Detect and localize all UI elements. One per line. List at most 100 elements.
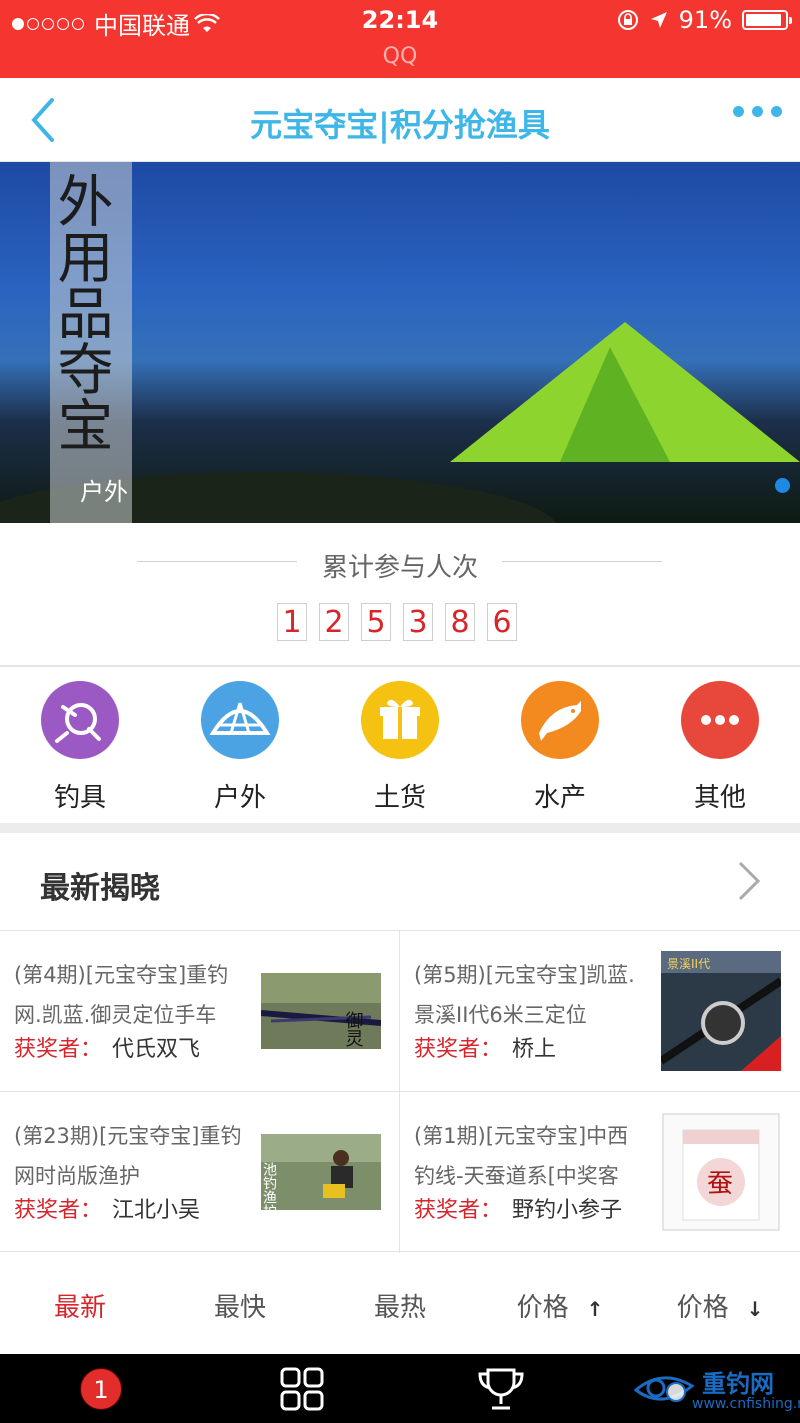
sort-label: 价格: [676, 1293, 729, 1323]
item-thumbnail: 蚕: [661, 1112, 781, 1232]
counter-title: 累计参与人次: [321, 553, 478, 583]
trophy-icon: [478, 1368, 524, 1410]
category-fishing-gear[interactable]: 钓具: [0, 667, 160, 823]
category-label: 钓具: [53, 783, 106, 813]
tent-icon: [201, 681, 279, 759]
sort-tab-bar: 最新 最快 最热 价格 ↑ 价格 ↓: [0, 1262, 800, 1354]
thumb-text: 蚕: [707, 1169, 733, 1199]
watermark-title: 重钓网: [702, 1370, 774, 1398]
thumb-text: 御灵: [343, 1011, 364, 1047]
more-menu-icon[interactable]: [733, 106, 782, 117]
sort-label: 最新: [53, 1293, 106, 1323]
carousel-indicator[interactable]: [775, 478, 790, 493]
participation-counter: 累计参与人次 1 2 5 3 8 6: [0, 523, 800, 667]
category-outdoor[interactable]: 户外: [160, 667, 320, 823]
winner-name: 桥上: [512, 1037, 557, 1062]
thumb-text: 景溪II代: [667, 957, 710, 971]
location-icon: [650, 12, 667, 28]
grid-divider-vertical: [399, 931, 400, 1253]
counter-digits: 1 2 5 3 8 6: [277, 603, 517, 641]
section-gap: [0, 823, 800, 833]
status-bar: 中国联通 22:14 91% QQ: [0, 0, 800, 78]
latest-section-header[interactable]: 最新揭晓: [0, 833, 800, 930]
item-thumbnail: 池钓渔护: [261, 1112, 381, 1232]
rotation-lock-icon: [617, 10, 638, 30]
item-winner: 获奖者： 代氏双飞: [14, 1031, 200, 1063]
tab-categories[interactable]: [242, 1354, 362, 1423]
fish-icon: [521, 681, 599, 759]
tab-home[interactable]: 1: [40, 1354, 160, 1423]
page-title: 元宝夺宝|积分抢渔具: [250, 106, 550, 144]
nav-bar: 元宝夺宝|积分抢渔具: [0, 78, 800, 162]
winner-label: 获奖者：: [414, 1037, 503, 1062]
winner-label: 获奖者：: [14, 1037, 103, 1062]
arrow-up-icon: ↑: [586, 1297, 604, 1321]
banner-carousel[interactable]: 外用品夺宝 户外: [0, 162, 800, 523]
sort-tab-hottest[interactable]: 最热: [320, 1262, 480, 1354]
category-row: 钓具 户外 土货 水产 其他: [0, 667, 800, 823]
item-title: (第1期)[元宝夺宝]中西钓线-天蚕道系[中奖客: [414, 1124, 629, 1188]
category-label: 土货: [373, 783, 426, 813]
latest-item[interactable]: (第1期)[元宝夺宝]中西钓线-天蚕道系[中奖客 获奖者： 野钓小参子 蚕: [400, 1092, 799, 1252]
chevron-right-icon: [738, 861, 761, 901]
sort-tab-price-desc[interactable]: 价格 ↓: [640, 1262, 800, 1354]
category-local-goods[interactable]: 土货: [320, 667, 480, 823]
sort-label: 最快: [213, 1293, 266, 1323]
grid-icon: [280, 1367, 324, 1411]
counter-digit: 1: [277, 603, 307, 641]
fishing-reel-icon: [41, 681, 119, 759]
status-app-name: QQ: [382, 44, 418, 69]
item-title: (第4期)[元宝夺宝]重钓网.凯蓝.御灵定位手车: [14, 963, 229, 1027]
sort-label: 价格: [516, 1293, 569, 1323]
category-label: 其他: [693, 783, 746, 813]
item-title: (第23期)[元宝夺宝]重钓网时尚版渔护: [14, 1124, 242, 1188]
item-thumbnail: 御灵: [261, 951, 381, 1071]
divider-right: [502, 561, 662, 562]
category-aquatic[interactable]: 水产: [480, 667, 640, 823]
tent-shade: [560, 347, 670, 462]
sort-label: 最热: [373, 1293, 426, 1323]
site-watermark: 重钓网 www.cnfishing.net: [632, 1362, 800, 1417]
latest-grid: (第4期)[元宝夺宝]重钓网.凯蓝.御灵定位手车 获奖者： 代氏双飞 御灵 (第5…: [0, 930, 800, 1253]
bottom-tab-bar: 1 重钓网 www.cnfishing.net: [0, 1354, 800, 1423]
item-winner: 获奖者： 野钓小参子: [414, 1192, 622, 1224]
sort-tab-fastest[interactable]: 最快: [160, 1262, 320, 1354]
item-winner: 获奖者： 桥上: [414, 1031, 556, 1063]
banner-art-text: 外用品夺宝: [48, 172, 113, 452]
counter-digit: 5: [361, 603, 391, 641]
category-other[interactable]: 其他: [640, 667, 800, 823]
sort-tab-price-asc[interactable]: 价格 ↑: [480, 1262, 640, 1354]
counter-digit: 6: [487, 603, 517, 641]
sort-tab-newest[interactable]: 最新: [0, 1262, 160, 1354]
item-winner: 获奖者： 江北小吴: [14, 1192, 200, 1224]
latest-item[interactable]: (第5期)[元宝夺宝]凯蓝.景溪II代6米三定位 获奖者： 桥上 景溪II代: [400, 931, 799, 1091]
grid-divider-horizontal: [0, 1091, 800, 1092]
winner-label: 获奖者：: [14, 1198, 103, 1223]
watermark-url: www.cnfishing.net: [692, 1396, 800, 1412]
battery-percent: 91%: [678, 6, 732, 34]
winner-name: 江北小吴: [112, 1198, 201, 1223]
category-label: 户外: [213, 783, 266, 813]
counter-digit: 2: [319, 603, 349, 641]
category-label: 水产: [533, 783, 586, 813]
latest-item[interactable]: (第4期)[元宝夺宝]重钓网.凯蓝.御灵定位手车 获奖者： 代氏双飞 御灵: [0, 931, 399, 1091]
gift-icon: [361, 681, 439, 759]
more-icon: [681, 681, 759, 759]
banner-label: 户外: [80, 478, 128, 506]
notification-badge: 1: [80, 1368, 122, 1410]
battery-icon: [742, 10, 792, 30]
status-right: 91%: [617, 6, 792, 34]
thumb-text: 池钓渔护: [261, 1162, 277, 1219]
counter-digit: 3: [403, 603, 433, 641]
winner-label: 获奖者：: [414, 1198, 503, 1223]
item-title: (第5期)[元宝夺宝]凯蓝.景溪II代6米三定位: [414, 963, 635, 1027]
winner-name: 野钓小参子: [512, 1198, 623, 1223]
winner-name: 代氏双飞: [112, 1037, 201, 1062]
latest-item[interactable]: (第23期)[元宝夺宝]重钓网时尚版渔护 获奖者： 江北小吴 池钓渔护: [0, 1092, 399, 1252]
item-thumbnail: 景溪II代: [661, 951, 781, 1071]
tab-winners[interactable]: [440, 1354, 560, 1423]
counter-digit: 8: [445, 603, 475, 641]
fish-logo-icon: [633, 1376, 695, 1402]
arrow-down-icon: ↓: [746, 1297, 764, 1321]
latest-section-title: 最新揭晓: [40, 871, 160, 906]
